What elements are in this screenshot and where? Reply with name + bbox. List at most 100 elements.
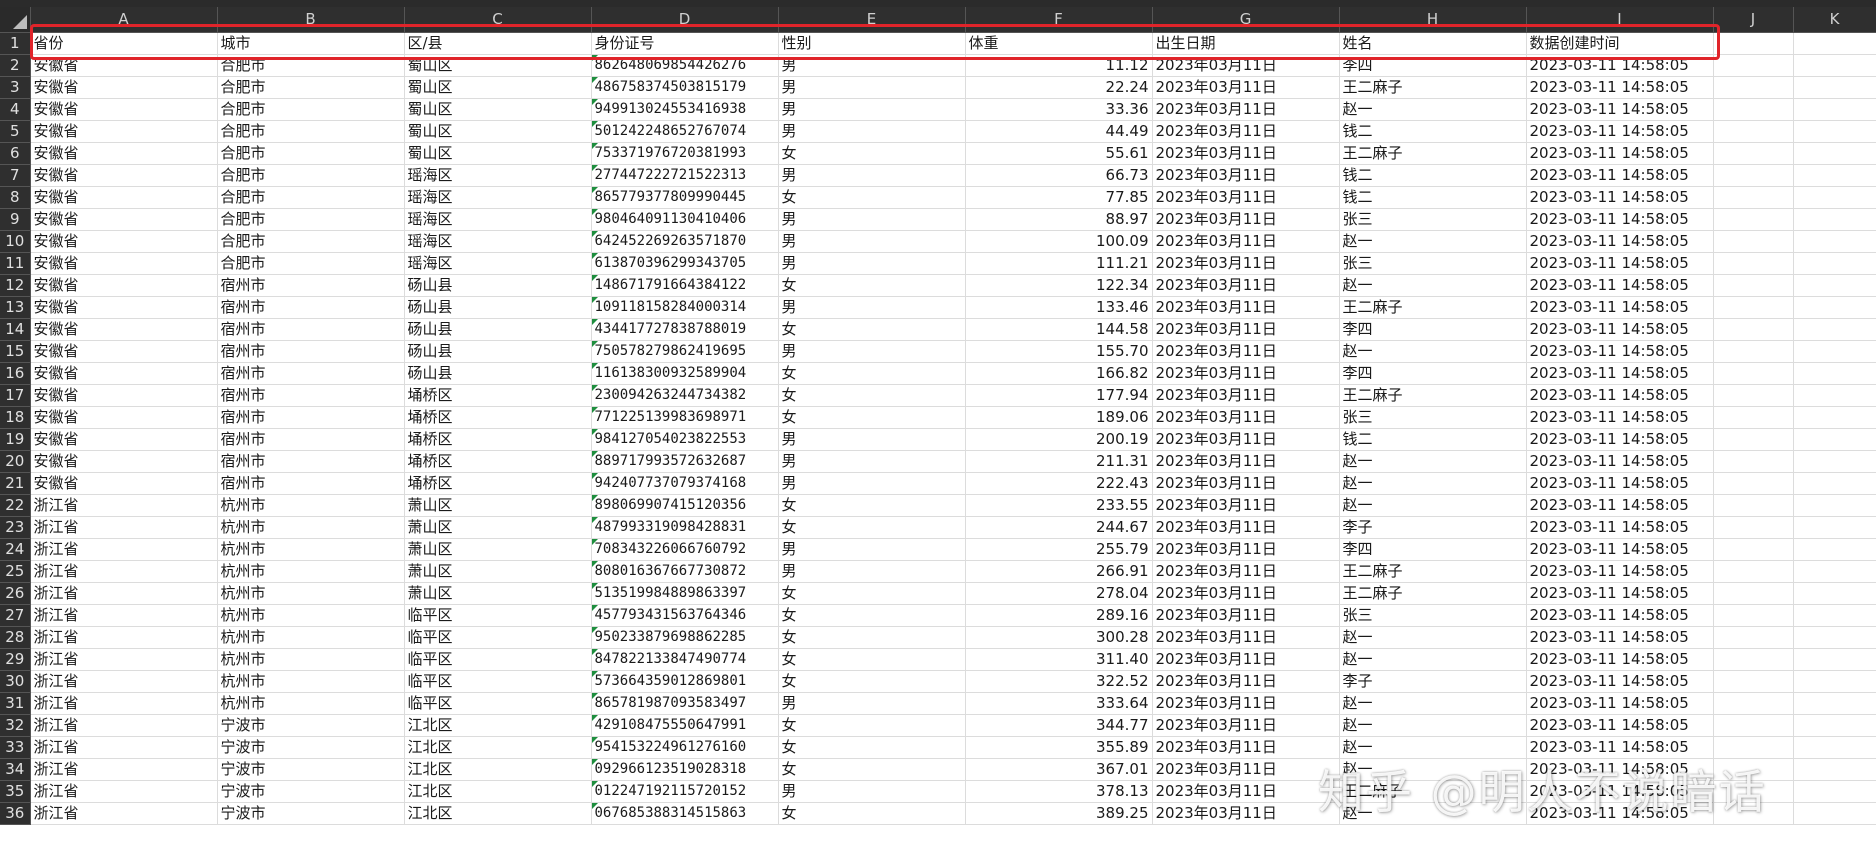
empty-cell[interactable] — [1713, 406, 1794, 429]
data-cell[interactable]: 砀山县 — [404, 340, 592, 363]
data-cell[interactable]: 男 — [778, 98, 966, 121]
row-header[interactable]: 12 — [0, 274, 31, 297]
empty-cell[interactable] — [1793, 208, 1876, 231]
data-cell[interactable]: 安徽省 — [30, 230, 218, 253]
data-cell[interactable]: 安徽省 — [30, 340, 218, 363]
data-cell[interactable]: 赵一 — [1339, 736, 1527, 759]
data-cell[interactable]: 2023-03-11 14:58:05 — [1526, 76, 1714, 99]
data-cell[interactable]: 2023-03-11 14:58:05 — [1526, 142, 1714, 165]
empty-cell[interactable] — [1713, 670, 1794, 693]
data-cell[interactable]: 女 — [778, 186, 966, 209]
empty-cell[interactable] — [1713, 758, 1794, 781]
data-cell[interactable]: 865779377809990445 — [591, 186, 779, 209]
row-header[interactable]: 24 — [0, 538, 31, 561]
data-cell[interactable]: 杭州市 — [217, 604, 405, 627]
data-cell[interactable]: 487993319098428831 — [591, 516, 779, 539]
header-cell[interactable]: 姓名 — [1339, 32, 1527, 55]
data-cell[interactable]: 092966123519028318 — [591, 758, 779, 781]
empty-cell[interactable] — [1793, 780, 1876, 803]
data-cell[interactable]: 378.13 — [965, 780, 1153, 803]
data-cell[interactable]: 宁波市 — [217, 736, 405, 759]
data-cell[interactable]: 233.55 — [965, 494, 1153, 517]
data-cell[interactable]: 808016367667730872 — [591, 560, 779, 583]
data-cell[interactable]: 2023-03-11 14:58:05 — [1526, 428, 1714, 451]
empty-cell[interactable] — [1713, 384, 1794, 407]
data-cell[interactable]: 杭州市 — [217, 494, 405, 517]
data-cell[interactable]: 埇桥区 — [404, 450, 592, 473]
data-cell[interactable]: 2023-03-11 14:58:05 — [1526, 538, 1714, 561]
data-cell[interactable]: 2023年03月11日 — [1152, 186, 1340, 209]
data-cell[interactable]: 李四 — [1339, 54, 1527, 77]
row-header[interactable]: 3 — [0, 76, 31, 99]
data-cell[interactable]: 安徽省 — [30, 98, 218, 121]
data-cell[interactable]: 2023-03-11 14:58:05 — [1526, 120, 1714, 143]
empty-cell[interactable] — [1793, 582, 1876, 605]
header-cell[interactable]: 性别 — [778, 32, 966, 55]
data-cell[interactable]: 埇桥区 — [404, 406, 592, 429]
data-cell[interactable]: 2023年03月11日 — [1152, 472, 1340, 495]
empty-cell[interactable] — [1793, 406, 1876, 429]
data-cell[interactable]: 2023-03-11 14:58:05 — [1526, 406, 1714, 429]
data-cell[interactable]: 女 — [778, 318, 966, 341]
data-cell[interactable]: 2023年03月11日 — [1152, 582, 1340, 605]
empty-cell[interactable] — [1793, 472, 1876, 495]
data-cell[interactable]: 2023年03月11日 — [1152, 296, 1340, 319]
empty-cell[interactable] — [1793, 142, 1876, 165]
data-cell[interactable]: 2023-03-11 14:58:05 — [1526, 714, 1714, 737]
data-cell[interactable]: 王二麻子 — [1339, 384, 1527, 407]
data-cell[interactable]: 2023年03月11日 — [1152, 98, 1340, 121]
data-cell[interactable]: 宿州市 — [217, 362, 405, 385]
data-cell[interactable]: 642452269263571870 — [591, 230, 779, 253]
data-cell[interactable]: 2023年03月11日 — [1152, 604, 1340, 627]
data-cell[interactable]: 男 — [778, 76, 966, 99]
empty-cell[interactable] — [1713, 472, 1794, 495]
row-header[interactable]: 35 — [0, 780, 31, 803]
row-header[interactable]: 11 — [0, 252, 31, 275]
data-cell[interactable]: 赵一 — [1339, 230, 1527, 253]
column-header-e[interactable]: E — [778, 7, 966, 33]
data-cell[interactable]: 宁波市 — [217, 714, 405, 737]
data-cell[interactable]: 980464091130410406 — [591, 208, 779, 231]
data-cell[interactable]: 李子 — [1339, 516, 1527, 539]
data-cell[interactable]: 2023-03-11 14:58:05 — [1526, 98, 1714, 121]
row-header[interactable]: 17 — [0, 384, 31, 407]
empty-cell[interactable] — [1793, 604, 1876, 627]
row-header[interactable]: 26 — [0, 582, 31, 605]
data-cell[interactable]: 安徽省 — [30, 274, 218, 297]
empty-cell[interactable] — [1713, 494, 1794, 517]
data-cell[interactable]: 瑶海区 — [404, 164, 592, 187]
data-cell[interactable]: 222.43 — [965, 472, 1153, 495]
data-cell[interactable]: 2023-03-11 14:58:05 — [1526, 318, 1714, 341]
data-cell[interactable]: 950233879698862285 — [591, 626, 779, 649]
data-cell[interactable]: 宿州市 — [217, 450, 405, 473]
data-cell[interactable]: 赵一 — [1339, 692, 1527, 715]
data-cell[interactable]: 浙江省 — [30, 670, 218, 693]
empty-cell[interactable] — [1793, 560, 1876, 583]
data-cell[interactable]: 萧山区 — [404, 582, 592, 605]
data-cell[interactable]: 501242248652767074 — [591, 120, 779, 143]
data-cell[interactable]: 蜀山区 — [404, 142, 592, 165]
data-cell[interactable]: 2023年03月11日 — [1152, 648, 1340, 671]
row-header[interactable]: 16 — [0, 362, 31, 385]
data-cell[interactable]: 宿州市 — [217, 406, 405, 429]
data-cell[interactable]: 133.46 — [965, 296, 1153, 319]
empty-cell[interactable] — [1793, 362, 1876, 385]
data-cell[interactable]: 434417727838788019 — [591, 318, 779, 341]
data-cell[interactable]: 瑶海区 — [404, 252, 592, 275]
data-cell[interactable]: 王二麻子 — [1339, 582, 1527, 605]
empty-cell[interactable] — [1793, 76, 1876, 99]
data-cell[interactable]: 166.82 — [965, 362, 1153, 385]
data-cell[interactable]: 2023-03-11 14:58:05 — [1526, 516, 1714, 539]
data-cell[interactable]: 瑶海区 — [404, 186, 592, 209]
data-cell[interactable]: 2023-03-11 14:58:05 — [1526, 670, 1714, 693]
data-cell[interactable]: 合肥市 — [217, 142, 405, 165]
empty-cell[interactable] — [1793, 758, 1876, 781]
data-cell[interactable]: 429108475550647991 — [591, 714, 779, 737]
data-cell[interactable]: 012247192115720152 — [591, 780, 779, 803]
data-cell[interactable]: 2023-03-11 14:58:05 — [1526, 582, 1714, 605]
data-cell[interactable]: 赵一 — [1339, 714, 1527, 737]
empty-cell[interactable] — [1713, 98, 1794, 121]
data-cell[interactable]: 江北区 — [404, 758, 592, 781]
data-cell[interactable]: 300.28 — [965, 626, 1153, 649]
data-cell[interactable]: 宿州市 — [217, 318, 405, 341]
